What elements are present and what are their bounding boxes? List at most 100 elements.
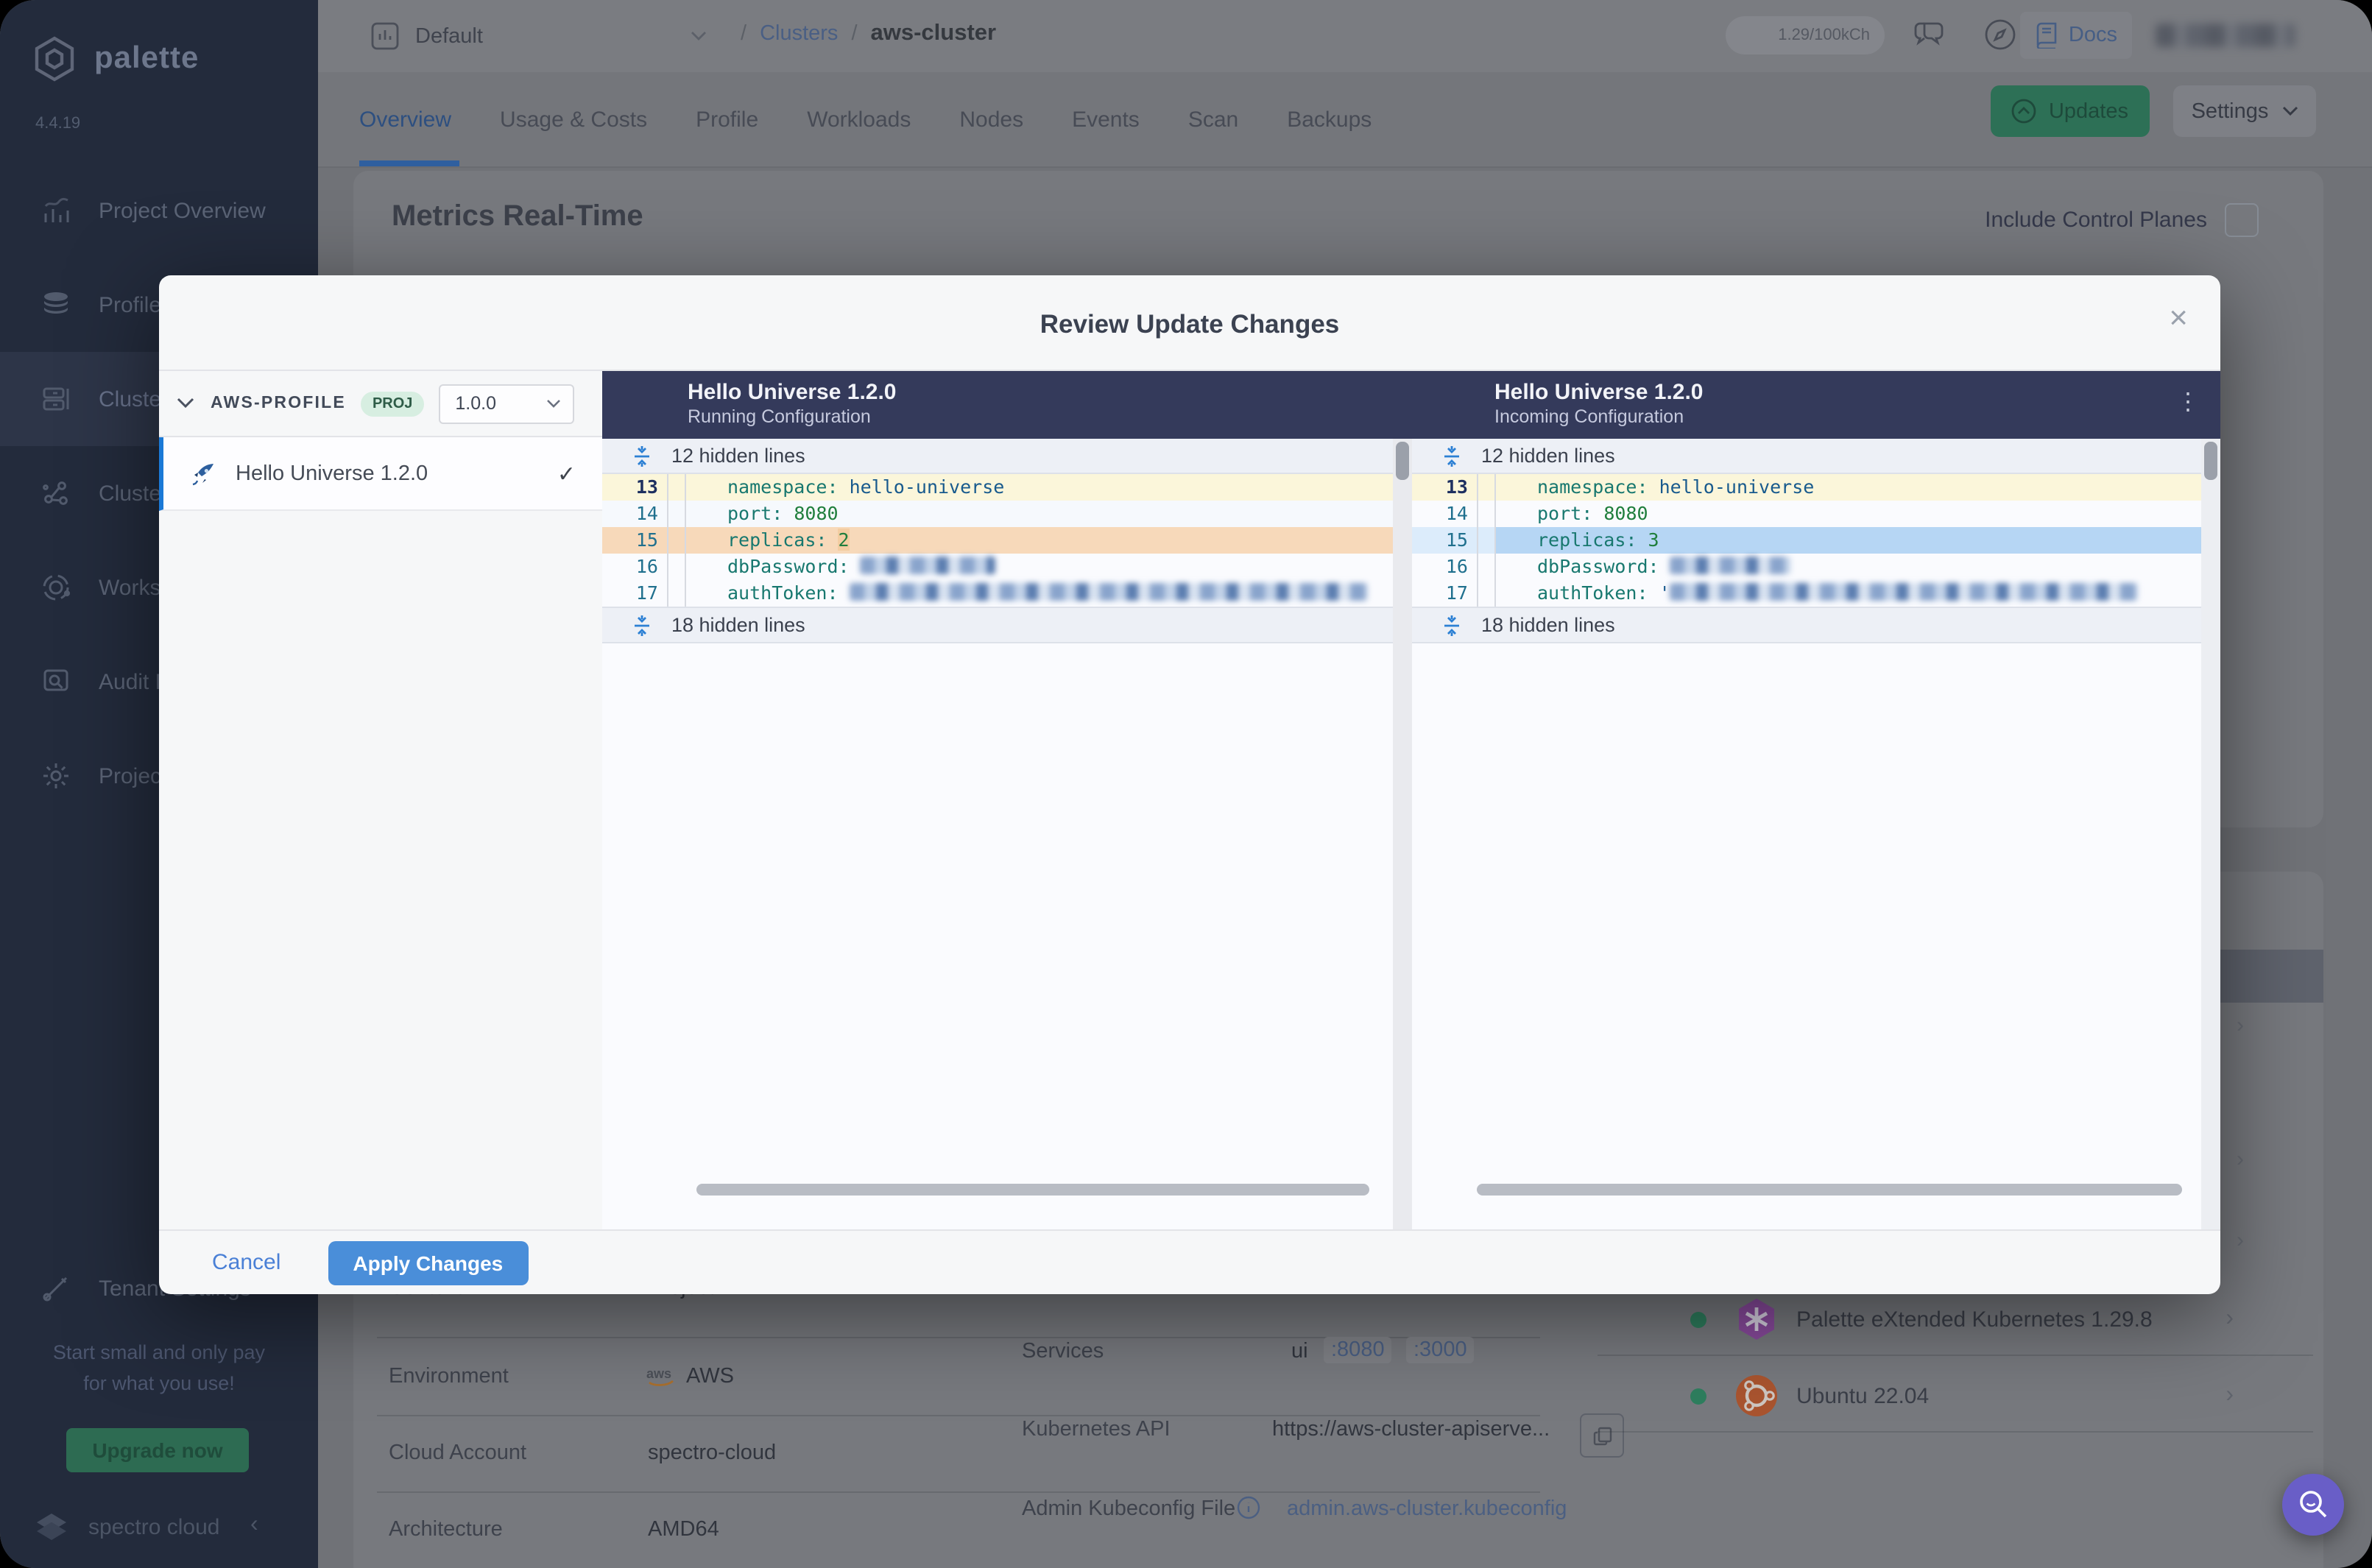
kubeconfig-label: Admin Kubeconfig File	[1022, 1497, 1236, 1521]
gear-icon	[40, 760, 72, 792]
yaml-value: 3	[1648, 529, 1659, 551]
topbar: Default / Clusters / aws-cluster 1.29/10…	[318, 0, 2372, 72]
gutter-separator	[1478, 527, 1496, 554]
divider	[377, 1415, 1540, 1416]
horizontal-scrollbar[interactable]	[696, 1184, 1369, 1196]
diff-header: Hello Universe 1.2.0 Running Configurati…	[602, 371, 2220, 439]
upgrade-now-button[interactable]: Upgrade now	[66, 1428, 249, 1472]
divider	[1598, 1431, 2313, 1433]
kebab-menu-icon[interactable]: ⋮	[2176, 389, 2200, 417]
hidden-row-chevron-icon: ›	[2237, 1013, 2244, 1038]
palette-kubernetes-icon	[1733, 1296, 1780, 1343]
divider	[1598, 1355, 2313, 1356]
spectro-cloud-logo	[37, 1514, 66, 1540]
sidebar-collapse-icon[interactable]: ‹	[250, 1512, 258, 1539]
app-window: Default / Clusters / aws-cluster 1.29/10…	[0, 0, 2372, 1568]
redacted-value	[1670, 583, 2139, 601]
diff-body: 12 hidden lines 13 namespace: hello-univ…	[602, 439, 2220, 1231]
metrics-title: Metrics Real-Time	[392, 200, 643, 233]
tab-overview[interactable]: Overview	[359, 107, 451, 132]
services-label: Services	[1022, 1340, 1104, 1363]
scope-badge: PROJ	[360, 391, 425, 416]
tab-usage-costs[interactable]: Usage & Costs	[500, 107, 647, 132]
usage-quota-value: 1.29/100kCh	[1778, 27, 1870, 44]
tab-profile[interactable]: Profile	[696, 107, 758, 132]
line-number: 13	[1412, 474, 1478, 501]
pack-row-ubuntu[interactable]: Ubuntu 22.04 ›	[1598, 1362, 2313, 1430]
sidebar-item-project-overview[interactable]: Project Overview	[0, 163, 318, 258]
settings-button[interactable]: Settings	[2173, 85, 2316, 137]
hidden-lines-expander[interactable]: 18 hidden lines	[602, 607, 1393, 643]
include-control-planes-checkbox[interactable]	[2225, 203, 2259, 237]
updates-button[interactable]: Updates	[1991, 85, 2150, 137]
expand-lines-icon	[1441, 445, 1462, 466]
code-line: 13 namespace: hello-universe	[1412, 474, 2220, 501]
hidden-lines-expander[interactable]: 12 hidden lines	[1412, 439, 2220, 474]
project-scope-selector[interactable]: Default	[371, 13, 707, 59]
docs-button[interactable]: Docs	[2019, 12, 2132, 59]
cancel-button[interactable]: Cancel	[212, 1250, 280, 1275]
search-fab-button[interactable]	[2282, 1474, 2344, 1536]
code-text: dbPassword:	[1496, 554, 2220, 580]
gutter-separator	[1478, 501, 1496, 527]
tab-workloads[interactable]: Workloads	[807, 107, 911, 132]
pane-subtitle: Incoming Configuration	[1494, 406, 1684, 427]
profile-panel: AWS-PROFILE PROJ 1.0.0 Hello Universe 1.…	[159, 371, 602, 1231]
profile-list-item[interactable]: Hello Universe 1.2.0 ✓	[159, 437, 602, 511]
gutter-separator	[1478, 474, 1496, 501]
project-chart-icon	[371, 22, 399, 50]
svg-text:aws: aws	[646, 1366, 671, 1381]
clusters-icon	[40, 383, 72, 415]
code-line: 17 authToken:	[602, 580, 1393, 607]
include-control-planes-label: Include Control Planes	[1985, 208, 2207, 233]
close-icon[interactable]: ×	[2169, 301, 2188, 334]
horizontal-scrollbar[interactable]	[1477, 1184, 2182, 1196]
breadcrumb-clusters-link[interactable]: Clusters	[760, 22, 838, 46]
running-config-pane: 12 hidden lines 13 namespace: hello-univ…	[602, 439, 1393, 1231]
code-line: 13 namespace: hello-universe	[602, 474, 1393, 501]
user-account-redacted[interactable]	[2156, 24, 2295, 47]
tab-events[interactable]: Events	[1072, 107, 1140, 132]
tab-nodes[interactable]: Nodes	[959, 107, 1023, 132]
code-line-removed: 15 replicas: 2	[602, 527, 1393, 554]
yaml-key: replicas:	[1537, 529, 1637, 551]
profile-version-select[interactable]: 1.0.0	[439, 384, 575, 423]
pane-subtitle: Running Configuration	[688, 406, 871, 427]
help-compass-icon[interactable]	[1983, 18, 2019, 53]
apply-changes-button[interactable]: Apply Changes	[328, 1240, 529, 1285]
audit-logs-icon	[40, 665, 72, 698]
line-number: 14	[1412, 501, 1478, 527]
hidden-lines-expander[interactable]: 12 hidden lines	[602, 439, 1393, 474]
service-port-link[interactable]: :8080	[1324, 1337, 1392, 1363]
yaml-value: 8080	[1603, 502, 1648, 524]
breadcrumb-separator: /	[851, 22, 858, 46]
chevron-down-icon[interactable]	[177, 398, 194, 409]
gutter-separator	[668, 554, 686, 580]
cluster-groups-icon	[40, 477, 72, 509]
yaml-key: dbPassword:	[1537, 555, 1659, 577]
expand-lines-icon	[632, 445, 652, 466]
hidden-lines-expander[interactable]: 18 hidden lines	[1412, 607, 2220, 643]
scrollbar-thumb[interactable]	[2204, 442, 2217, 480]
chat-icon[interactable]	[1913, 18, 1948, 53]
chevron-down-icon	[2281, 106, 2298, 116]
breadcrumb-current: aws-cluster	[870, 21, 997, 46]
kubernetes-api-label: Kubernetes API	[1022, 1418, 1171, 1441]
settings-label: Settings	[2191, 99, 2269, 123]
tab-backups[interactable]: Backups	[1287, 107, 1372, 132]
code-line: 14 port: 8080	[602, 501, 1393, 527]
promo-line: for what you use!	[83, 1372, 235, 1394]
scrollbar-thumb[interactable]	[1396, 442, 1409, 480]
service-port-link[interactable]: :3000	[1406, 1337, 1475, 1363]
pack-row-kubernetes[interactable]: Palette eXtended Kubernetes 1.29.8 ›	[1598, 1285, 2313, 1353]
yaml-key: authToken:	[1537, 582, 1648, 604]
updates-label: Updates	[2048, 99, 2128, 123]
yaml-key: authToken:	[727, 582, 839, 604]
code-text: authToken:	[686, 580, 1393, 607]
kubeconfig-link[interactable]: admin.aws-cluster.kubeconfig	[1287, 1497, 1567, 1521]
hidden-lines-label: 18 hidden lines	[671, 614, 805, 636]
expand-lines-icon	[632, 615, 652, 635]
yaml-key: port:	[727, 502, 783, 524]
tab-scan[interactable]: Scan	[1188, 107, 1238, 132]
gutter-separator	[668, 527, 686, 554]
